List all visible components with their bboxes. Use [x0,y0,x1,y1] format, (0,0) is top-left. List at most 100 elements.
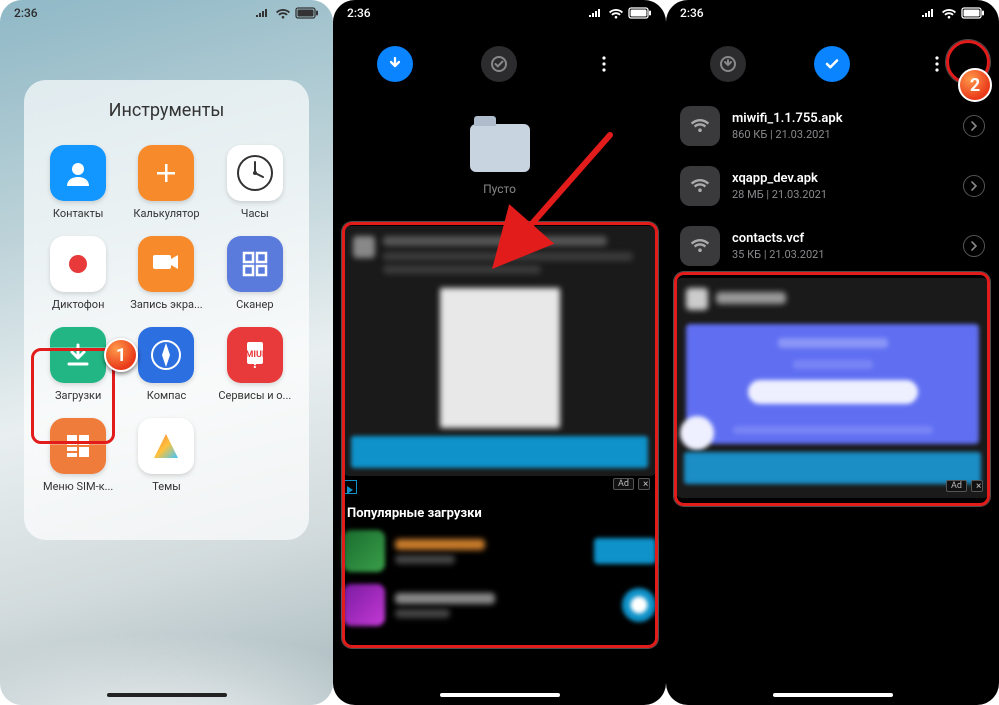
install-button[interactable] [594,538,656,564]
app-label: Темы [152,480,181,493]
blurred-text [383,236,607,246]
file-name: miwifi_1.1.755.apk [732,111,951,126]
file-name: xqapp_dev.apk [732,171,951,186]
chevron-right-icon[interactable] [963,115,985,137]
status-icons [255,7,319,19]
blurred-text [383,252,633,261]
themes-icon [138,418,194,474]
app-clock[interactable]: Часы [211,139,299,230]
status-bar: 2:36 [0,0,333,26]
close-icon[interactable]: × [971,480,983,492]
file-meta-text: 860 КБ | 21.03.2021 [732,128,951,141]
callout-2: 2 [958,68,992,102]
app-screen-recorder[interactable]: Запись экра... [122,230,210,321]
ad-badge[interactable]: Ad× [946,480,983,492]
ad-cta-button[interactable] [351,436,648,468]
tab-completed[interactable] [481,46,517,82]
status-time: 2:36 [680,6,704,20]
app-label: Компас [147,389,186,402]
app-contacts[interactable]: Контакты [34,139,122,230]
empty-label: Пусто [483,182,516,196]
app-sim-menu[interactable]: Меню SIM-к... [34,412,122,503]
svg-text:?: ? [252,357,258,370]
signal-icon [588,8,604,18]
empty-slot [211,412,299,503]
progress-button[interactable] [622,588,656,622]
ad-card[interactable] [343,226,656,476]
ad-footer: Ad× [343,478,656,496]
home-indicator[interactable] [773,693,893,697]
ad-image [440,288,560,428]
blurred-text [383,265,541,274]
app-label: Загрузки [55,389,101,402]
app-compass[interactable]: Компас [122,321,210,412]
status-time: 2:36 [347,6,371,20]
file-meta-text: 28 МБ | 21.03.2021 [732,188,951,201]
blurred-text [716,292,786,304]
blurred-text [395,555,455,564]
app-thumb [343,584,385,626]
app-services[interactable]: MIUI? Сервисы и о... [211,321,299,412]
tab-downloading[interactable] [377,46,413,82]
compass-icon [138,327,194,383]
adchoices-icon[interactable] [343,480,357,494]
app-calculator[interactable]: Калькулятор [122,139,210,230]
home-indicator[interactable] [107,693,227,697]
calculator-icon [138,145,194,201]
popular-item[interactable] [333,578,666,632]
blurred-text [395,593,495,604]
more-menu-button[interactable] [919,46,955,82]
app-label: Контакты [53,207,104,220]
folder-title: Инструменты [34,100,299,121]
tab-completed[interactable] [814,46,850,82]
battery-icon [628,7,652,19]
phone-home-screen: 2:36 Инструменты Контакты Калькулятор Ча… [0,0,333,705]
app-recorder[interactable]: Диктофон [34,230,122,321]
chevron-right-icon[interactable] [963,235,985,257]
blurred-text [395,609,450,618]
wifi-file-icon [680,166,720,206]
empty-folder-icon [470,124,530,172]
wifi-file-icon [680,106,720,146]
file-row[interactable]: xqapp_dev.apk 28 МБ | 21.03.2021 [666,156,999,216]
sim-icon [50,418,106,474]
status-icons [588,7,652,19]
scanner-icon [227,236,283,292]
battery-icon [295,7,319,19]
status-time: 2:36 [14,6,38,20]
app-label: Запись экра... [130,298,202,311]
app-grid: Контакты Калькулятор Часы Диктофон Запис… [34,139,299,503]
recorder-icon [50,236,106,292]
more-menu-button[interactable] [586,46,622,82]
home-indicator[interactable] [440,693,560,697]
app-themes[interactable]: Темы [122,412,210,503]
downloads-icon [50,327,106,383]
popular-item[interactable] [333,524,666,578]
phone-downloads-list: 2:36 miwifi_1.1.755.apk 860 КБ | 21.03.2… [666,0,999,705]
tab-downloading[interactable] [710,46,746,82]
signal-icon [921,8,937,18]
wifi-icon [941,8,957,19]
ad-banner [686,324,979,444]
contacts-icon [50,145,106,201]
wifi-icon [608,8,624,19]
file-meta-text: 35 КБ | 21.03.2021 [732,248,951,261]
ad-badge[interactable]: Ad× [613,478,650,490]
status-bar: 2:36 [666,0,999,26]
file-name: contacts.vcf [732,231,951,246]
ad-cta-button[interactable] [684,452,981,484]
section-popular-downloads: Популярные загрузки [337,498,492,527]
file-row[interactable]: contacts.vcf 35 КБ | 21.03.2021 [666,216,999,276]
wifi-icon [275,8,291,19]
signal-icon [255,8,271,18]
chevron-right-icon[interactable] [963,175,985,197]
app-scanner[interactable]: Сканер [211,230,299,321]
ad-card[interactable]: Ad× [676,278,989,498]
callout-1: 1 [104,338,138,372]
services-icon: MIUI? [227,327,283,383]
close-icon[interactable]: × [638,478,650,490]
screen-recorder-icon [138,236,194,292]
clock-icon [227,145,283,201]
wifi-file-icon [680,226,720,266]
file-row[interactable]: miwifi_1.1.755.apk 860 КБ | 21.03.2021 [666,96,999,156]
